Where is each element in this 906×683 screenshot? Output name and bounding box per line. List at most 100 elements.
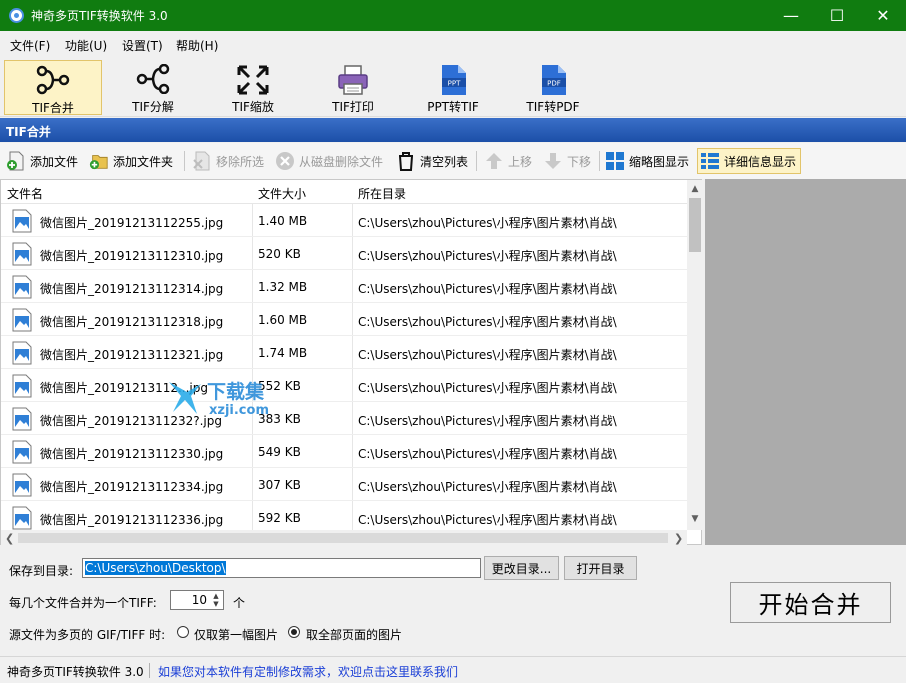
scroll-left-icon[interactable]: ❮: [5, 532, 14, 545]
printer-icon: [338, 65, 368, 95]
table-row[interactable]: 微信图片_20191213112255.jpg 1.40 MB C:\Users\z…: [1, 204, 687, 237]
file-size: 1.60 MB: [258, 313, 308, 327]
radio-all-pages[interactable]: [288, 626, 300, 638]
radio-first-page-label[interactable]: 仅取第一幅图片: [194, 626, 278, 643]
change-dir-button[interactable]: 更改目录...: [484, 556, 559, 580]
scroll-right-icon[interactable]: ❯: [674, 532, 683, 545]
svg-text:PDF: PDF: [547, 80, 561, 88]
file-name: 微信图片_20191213112310.jpg: [40, 249, 224, 263]
menu-file[interactable]: 文件(F): [10, 37, 50, 54]
radio-all-pages-label[interactable]: 取全部页面的图片: [306, 626, 402, 643]
app-logo-icon: [9, 8, 24, 23]
file-list[interactable]: 文件名 文件大小 所在目录 微信图片_20191213112255.jpg 1.4…: [0, 179, 703, 546]
svg-text:PPT: PPT: [448, 80, 461, 88]
toolbar-tif-resize[interactable]: TIF缩放: [204, 60, 302, 115]
open-dir-button[interactable]: 打开目录: [564, 556, 637, 580]
detail-view-label: 详细信息显示: [724, 154, 797, 169]
column-header-size[interactable]: 文件大小: [258, 185, 306, 202]
contact-link[interactable]: 如果您对本软件有定制修改需求，欢迎点击这里联系我们: [158, 663, 458, 680]
scroll-up-icon[interactable]: ▲: [690, 184, 700, 194]
toolbar-divider: [476, 151, 477, 171]
add-file-icon: [6, 151, 26, 171]
start-merge-button[interactable]: 开始合并: [730, 582, 891, 623]
toolbar-tif-merge[interactable]: TIF合并: [4, 60, 102, 115]
status-app-name: 神奇多页TIF转换软件 3.0: [7, 665, 144, 679]
toolbar-tif-print[interactable]: TIF打印: [304, 60, 402, 115]
remove-selected-button[interactable]: 移除所选: [192, 148, 264, 174]
file-dir: C:\Users\zhou\Pictures\小程序\图片素材\肖战\: [358, 480, 617, 494]
move-up-button[interactable]: 上移: [484, 148, 532, 174]
status-divider: [149, 663, 150, 678]
save-dir-input[interactable]: C:\Users\zhou\Desktop\: [82, 558, 481, 578]
add-file-button[interactable]: 添加文件: [6, 148, 78, 174]
toolbar-label: PPT转TIF: [427, 100, 479, 114]
menu-function[interactable]: 功能(U): [65, 37, 107, 54]
maximize-button[interactable]: ☐: [814, 0, 860, 31]
merge-count-stepper[interactable]: 10 ▲ ▼: [170, 590, 224, 610]
table-row[interactable]: 微信图片_20191213112314.jpg 1.32 MB C:\Users\z…: [1, 270, 687, 303]
action-bar: 添加文件 添加文件夹 移除所选 从磁盘删除文件 清空列表 上移 下移 缩略图显示…: [0, 143, 906, 179]
file-dir: C:\Users\zhou\Pictures\小程序\图片素材\肖战\: [358, 513, 617, 527]
menu-settings[interactable]: 设置(T): [122, 37, 163, 54]
toolbar-label: TIF转PDF: [526, 100, 580, 114]
section-header: TIF合并: [0, 118, 906, 142]
table-row[interactable]: 微信图片_2019121311232?.jpg 383 KB C:\Users\zh…: [1, 402, 687, 435]
toolbar-ppt-to-tif[interactable]: PPT PPT转TIF: [404, 60, 502, 115]
minimize-button[interactable]: —: [768, 0, 814, 31]
pdf-file-icon: PDF: [542, 65, 566, 95]
horizontal-scrollbar[interactable]: ❮ ❯: [1, 530, 687, 546]
column-header-name[interactable]: 文件名: [7, 185, 43, 202]
file-dir: C:\Users\zhou\Pictures\小程序\图片素材\肖战\: [358, 381, 617, 395]
move-down-button[interactable]: 下移: [543, 148, 591, 174]
file-list-rows: 微信图片_20191213112255.jpg 1.40 MB C:\Users\z…: [1, 204, 687, 534]
delete-from-disk-label: 从磁盘删除文件: [299, 154, 384, 169]
arrow-up-icon: [484, 151, 504, 171]
delete-from-disk-button[interactable]: 从磁盘删除文件: [275, 148, 383, 174]
ppt-file-icon: PPT: [442, 65, 466, 95]
window-title: 神奇多页TIF转换软件 3.0: [31, 9, 168, 23]
table-row[interactable]: 微信图片_20191213112...jpg 552 KB C:\Users\zho…: [1, 369, 687, 402]
image-file-icon: [12, 209, 32, 233]
scrollbar-thumb[interactable]: [689, 198, 701, 252]
grid-view-icon: [605, 151, 625, 171]
toolbar-tif-to-pdf[interactable]: PDF TIF转PDF: [504, 60, 602, 115]
file-size: 1.40 MB: [258, 214, 308, 228]
add-folder-button[interactable]: 添加文件夹: [89, 148, 173, 174]
merge-count-value: 10: [191, 593, 207, 607]
menu-help[interactable]: 帮助(H): [176, 37, 218, 54]
menu-bar: 文件(F) 功能(U) 设置(T) 帮助(H): [0, 31, 906, 57]
move-down-label: 下移: [567, 154, 592, 169]
scrollbar-thumb[interactable]: [18, 533, 668, 543]
add-folder-label: 添加文件夹: [113, 154, 174, 169]
add-folder-icon: [89, 151, 109, 171]
column-header-dir[interactable]: 所在目录: [358, 185, 406, 202]
file-name: 微信图片_20191213112314.jpg: [40, 282, 224, 296]
thumbnail-view-label: 缩略图显示: [629, 154, 690, 169]
table-row[interactable]: 微信图片_20191213112321.jpg 1.74 MB C:\Users\z…: [1, 336, 687, 369]
file-dir: C:\Users\zhou\Pictures\小程序\图片素材\肖战\: [358, 414, 617, 428]
table-row[interactable]: 微信图片_20191213112330.jpg 549 KB C:\Users\zh…: [1, 435, 687, 468]
scroll-down-icon[interactable]: ▼: [690, 514, 700, 524]
clear-list-label: 清空列表: [420, 154, 469, 169]
table-row[interactable]: 微信图片_20191213112334.jpg 307 KB C:\Users\zh…: [1, 468, 687, 501]
file-name: 微信图片_20191213112255.jpg: [40, 216, 224, 230]
detail-view-button[interactable]: 详细信息显示: [697, 148, 802, 174]
close-button[interactable]: ✕: [860, 0, 906, 31]
toolbar-tif-split[interactable]: TIF分解: [104, 60, 202, 115]
radio-first-page[interactable]: [177, 626, 189, 638]
remove-file-icon: [192, 151, 212, 171]
clear-list-button[interactable]: 清空列表: [396, 148, 468, 174]
file-size: 520 KB: [258, 247, 301, 261]
thumbnail-view-button[interactable]: 缩略图显示: [605, 148, 689, 174]
multipage-label: 源文件为多页的 GIF/TIFF 时:: [9, 628, 166, 642]
watermark-logo: 下载集 xzji.com: [169, 380, 269, 418]
table-row[interactable]: 微信图片_20191213112318.jpg 1.60 MB C:\Users\z…: [1, 303, 687, 336]
table-row[interactable]: 微信图片_20191213112310.jpg 520 KB C:\Users\zh…: [1, 237, 687, 270]
add-file-label: 添加文件: [30, 154, 79, 169]
file-size: 592 KB: [258, 511, 301, 525]
stepper-arrows-icon[interactable]: ▲ ▼: [210, 592, 222, 608]
image-file-icon: [12, 440, 32, 464]
vertical-scrollbar[interactable]: ▲ ▼: [687, 180, 703, 530]
file-size: 307 KB: [258, 478, 301, 492]
toolbar-label: TIF合并: [32, 101, 74, 115]
